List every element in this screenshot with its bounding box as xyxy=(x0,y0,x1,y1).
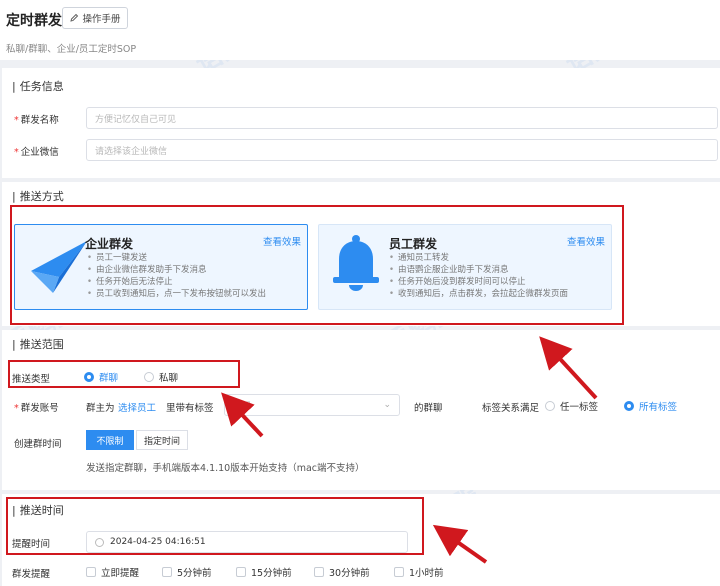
checkbox-immediate[interactable]: 立即提醒 xyxy=(86,565,139,579)
tab-unlimited[interactable]: 不限制 xyxy=(86,430,134,450)
list-item: 收到通知后，点击群发，会拉起企微群发页面 xyxy=(389,288,568,300)
page-header: 定时群发 操作手册 私聊/群聊、企业/员工定时SOP xyxy=(0,0,720,60)
remind-time-picker[interactable]: 2024-04-25 04:16:51 xyxy=(86,531,408,553)
list-item: 员工一键发送 xyxy=(87,252,266,264)
radio-dot xyxy=(84,372,94,382)
chevron-down-icon: ⌄ xyxy=(383,400,391,410)
radio-dot xyxy=(144,372,154,382)
push-time-section: 推送时间 提醒时间 2024-04-25 04:16:51 群发提醒 立即提醒 … xyxy=(2,494,720,586)
push-range-section: 推送范围 推送类型 群聊 私聊 *群发账号 群主为 选择员工 里带有标签 选择 … xyxy=(2,330,720,490)
push-option-name: 员工群发 xyxy=(389,237,438,251)
edit-icon xyxy=(70,13,79,22)
paper-plane-icon xyxy=(31,241,87,293)
page-title: 定时群发 xyxy=(6,13,62,29)
push-option-staff[interactable]: 员工群发 查看效果 通知员工转发 由语鹦企服企业助手下发消息 任务开始后没到群发… xyxy=(318,224,612,310)
radio-all-tags[interactable]: 所有标签 xyxy=(624,399,677,413)
push-type-label: 推送类型 xyxy=(12,374,51,385)
view-effect-link[interactable]: 查看效果 xyxy=(567,234,605,248)
pre-remind-label: 群发提醒 xyxy=(12,569,51,580)
tab-specified-time[interactable]: 指定时间 xyxy=(136,430,188,450)
select-staff-link[interactable]: 选择员工 xyxy=(118,400,156,414)
remind-time-label: 提醒时间 xyxy=(12,539,51,550)
push-option-desc: 员工一键发送 由企业微信群发助手下发消息 任务开始后无法停止 员工收到通知后，点… xyxy=(87,252,266,300)
radio-any-tag[interactable]: 任一标签 xyxy=(545,399,598,413)
clock-icon xyxy=(95,537,104,547)
wecom-select[interactable]: 请选择该企业微信 xyxy=(86,139,718,161)
checkbox-15min[interactable]: 15分钟前 xyxy=(236,565,292,579)
push-option-enterprise[interactable]: 企业群发 查看效果 员工一键发送 由企业微信群发助手下发消息 任务开始后无法停止… xyxy=(14,224,308,310)
checkbox-box xyxy=(394,567,404,577)
checkbox-30min[interactable]: 30分钟前 xyxy=(314,565,370,579)
checkbox-box xyxy=(86,567,96,577)
group-suffix: 的群聊 xyxy=(414,403,443,414)
push-option-desc: 通知员工转发 由语鹦企服企业助手下发消息 任务开始后没到群发时间可以停止 收到通… xyxy=(389,252,568,300)
wecom-label: * 企业微信 xyxy=(14,147,59,158)
tag-relation-label: 标签关系满足 xyxy=(482,403,540,414)
owner-prefix: 群主为 xyxy=(86,403,115,414)
account-label: * 群发账号 xyxy=(14,403,59,414)
list-item: 通知员工转发 xyxy=(389,252,568,264)
push-option-name: 企业群发 xyxy=(85,237,134,251)
tag-middle-text: 里带有标签 xyxy=(166,403,214,414)
checkbox-5min[interactable]: 5分钟前 xyxy=(162,565,212,579)
version-note: 发送指定群聊，手机端版本4.1.10版本开始支持（mac端不支持） xyxy=(86,463,365,474)
list-item: 员工收到通知后，点一下发布按钮就可以发出 xyxy=(87,288,266,300)
radio-dot xyxy=(545,401,555,411)
name-label: * 群发名称 xyxy=(14,115,59,126)
radio-group-chat[interactable]: 群聊 xyxy=(84,370,118,384)
tag-select[interactable]: 选择 ⌄ xyxy=(224,394,400,416)
radio-private-chat[interactable]: 私聊 xyxy=(144,370,178,384)
checkbox-box xyxy=(162,567,172,577)
task-info-section: 任务信息 *群发名称 方便记忆仅自己可见 *企业微信 请选择该企业微信 xyxy=(2,68,720,178)
checkbox-1hour[interactable]: 1小时前 xyxy=(394,565,444,579)
section-title: 推送时间 xyxy=(12,502,64,518)
manual-button-label: 操作手册 xyxy=(82,14,121,25)
create-time-label: 创建群时间 xyxy=(14,439,62,450)
page-subtitle: 私聊/群聊、企业/员工定时SOP xyxy=(6,44,137,55)
radio-dot xyxy=(624,401,634,411)
section-title: 推送方式 xyxy=(12,188,64,204)
manual-button[interactable]: 操作手册 xyxy=(62,7,128,29)
bell-icon xyxy=(333,235,379,291)
task-name-input[interactable]: 方便记忆仅自己可见 xyxy=(86,107,718,129)
list-item: 任务开始后无法停止 xyxy=(87,276,266,288)
section-title: 推送范围 xyxy=(12,336,64,352)
section-title: 任务信息 xyxy=(12,78,64,94)
checkbox-box xyxy=(314,567,324,577)
list-item: 任务开始后没到群发时间可以停止 xyxy=(389,276,568,288)
push-method-section: 推送方式 企业群发 查看效果 员工一键发送 由企业微信群发助手下发消息 任务开始… xyxy=(2,182,720,326)
checkbox-box xyxy=(236,567,246,577)
list-item: 由企业微信群发助手下发消息 xyxy=(87,264,266,276)
view-effect-link[interactable]: 查看效果 xyxy=(263,234,301,248)
list-item: 由语鹦企服企业助手下发消息 xyxy=(389,264,568,276)
